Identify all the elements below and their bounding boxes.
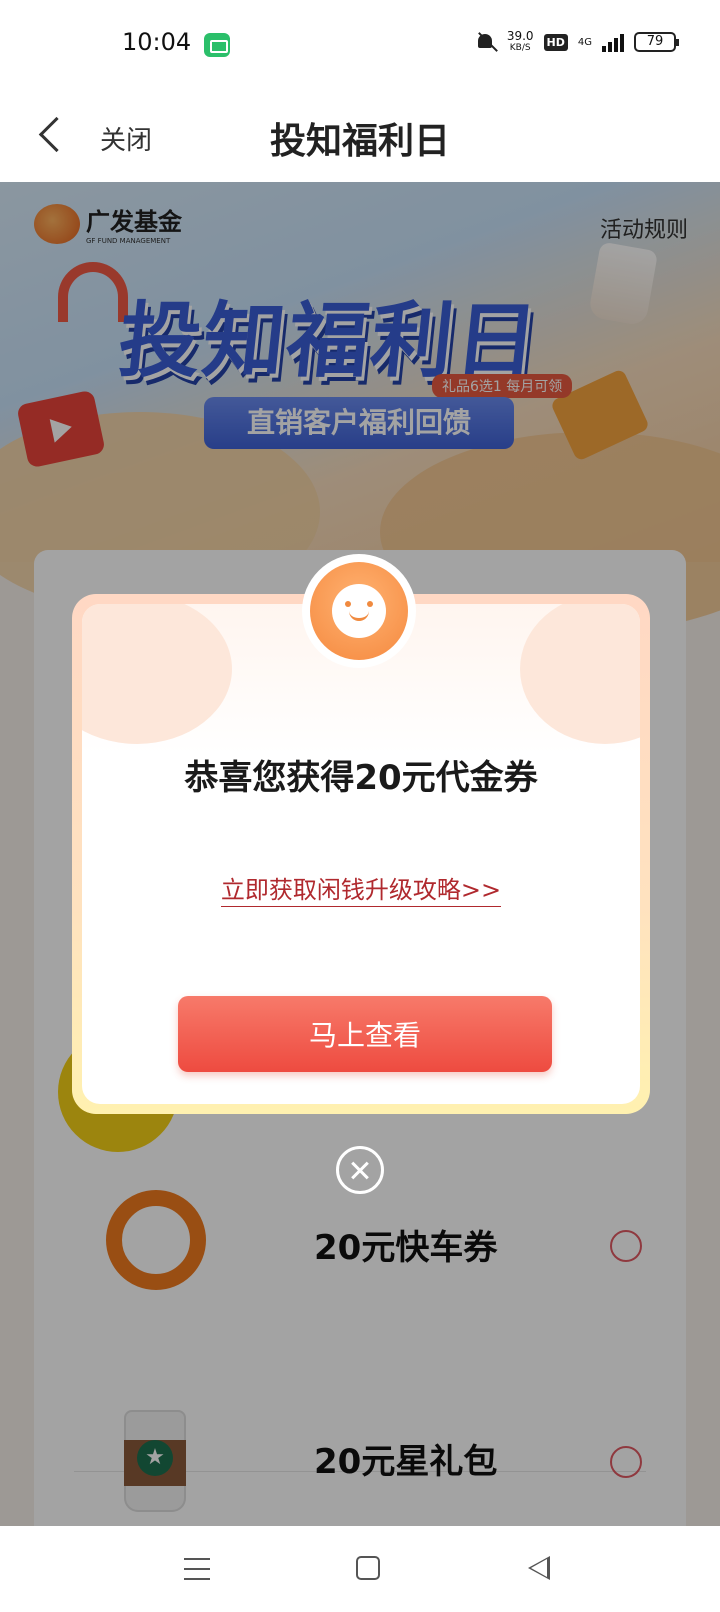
message-app-icon [204, 33, 230, 57]
net-speed-value: 39.0 [506, 29, 534, 43]
page-title: 投知福利日 [269, 121, 450, 162]
strategy-link-text[interactable]: 立即获取闲钱升级攻略>> [220, 876, 502, 907]
status-bar: 10:04 39.0 KB/S HD 4G 79 [0, 0, 720, 90]
modal-decor-shape [520, 604, 640, 744]
back-triangle-icon[interactable] [528, 1556, 550, 1580]
modal-body: 恭喜您获得20元代金券 立即获取闲钱升级攻略>> 马上查看 [82, 604, 640, 1104]
net-speed: 39.0 KB/S [507, 30, 534, 54]
home-icon[interactable] [356, 1556, 380, 1580]
hd-badge: HD [543, 33, 568, 51]
view-now-button[interactable]: 马上查看 [178, 996, 552, 1072]
strategy-link[interactable]: 立即获取闲钱升级攻略>> [82, 870, 640, 907]
status-icons: 39.0 KB/S HD 4G 79 [475, 30, 679, 54]
modal-decor-shape [82, 604, 232, 744]
signal-icon [602, 32, 624, 52]
close-icon[interactable] [336, 1146, 384, 1194]
status-time: 10:04 [122, 28, 192, 56]
modal-headline: 恭喜您获得20元代金券 [184, 758, 538, 798]
network-type: 4G [577, 36, 592, 48]
system-nav-bar [0, 1526, 720, 1612]
menu-icon[interactable] [184, 1558, 210, 1580]
smile-badge [302, 554, 416, 668]
smile-badge-circle [310, 562, 408, 660]
net-speed-unit: KB/S [509, 43, 531, 53]
nav-bar: 关闭 投知福利日 [0, 90, 720, 182]
smile-icon [332, 584, 386, 638]
mute-bell-icon [475, 31, 497, 53]
battery-icon: 79 [634, 32, 679, 52]
reward-modal: 恭喜您获得20元代金券 立即获取闲钱升级攻略>> 马上查看 [72, 594, 650, 1114]
